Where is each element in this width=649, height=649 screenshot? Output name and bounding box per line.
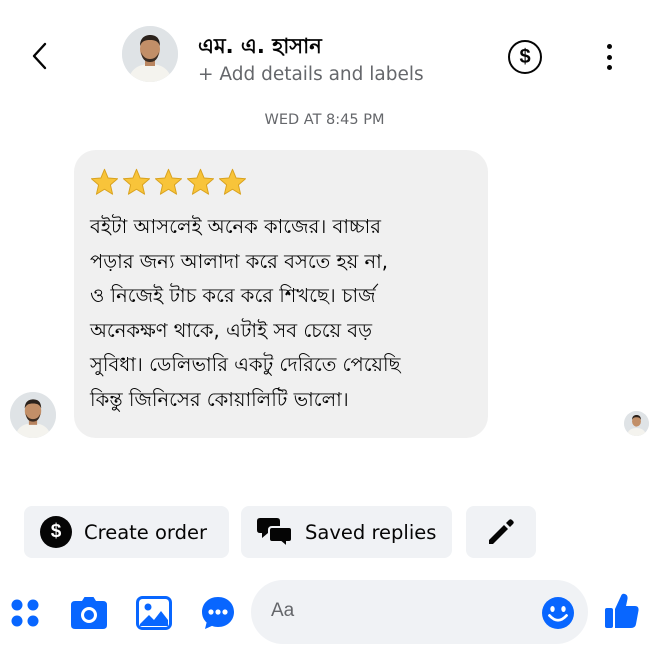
star-icon (122, 168, 151, 195)
camera-button[interactable] (70, 594, 108, 632)
message-line: অনেকক্ষণ থাকে, এটাই সব চেয়ে বড় (90, 318, 373, 342)
message-composer[interactable]: Aa (251, 580, 588, 644)
camera-icon (71, 597, 107, 629)
emoji-icon[interactable] (541, 596, 575, 630)
add-details-link[interactable]: + Add details and labels (198, 64, 424, 85)
message-input[interactable]: Aa (271, 600, 294, 622)
image-icon (136, 596, 172, 630)
star-icon (154, 168, 183, 195)
more-options-button[interactable] (596, 40, 622, 74)
back-button[interactable] (22, 38, 58, 74)
message-bubble[interactable]: বইটা আসলেই অনেক কাজের। বাচ্চার পড়ার জন্… (74, 150, 488, 438)
message-line: কিন্তু জিনিসের কোয়ালিটি ভালো। (90, 387, 349, 411)
chat-bubbles-icon (257, 518, 293, 548)
dollar-icon: $ (519, 45, 531, 68)
create-order-button[interactable]: $ Create order (24, 506, 229, 558)
saved-replies-button[interactable]: Saved replies (241, 506, 452, 558)
create-order-label: Create order (84, 520, 207, 544)
saved-replies-label: Saved replies (305, 520, 437, 544)
message-line: সুবিধা। ডেলিভারি একটু দেরিতে পেয়েছি (90, 353, 401, 376)
apps-button[interactable] (6, 594, 44, 632)
apps-grid-icon (11, 599, 39, 627)
star-rating (90, 168, 472, 196)
message-line: পড়ার জন্য আলাদা করে বসতে হয় না, (90, 249, 388, 273)
dollar-icon: $ (40, 516, 72, 548)
contact-name[interactable]: এম. এ. হাসান (198, 30, 322, 65)
sender-avatar[interactable] (10, 392, 56, 438)
contact-avatar[interactable] (122, 26, 178, 82)
payment-button[interactable]: $ (508, 40, 542, 74)
thumbs-up-icon (605, 593, 639, 628)
star-icon (186, 168, 215, 195)
message-line: বইটা আসলেই অনেক কাজের। বাচ্চার (90, 215, 382, 238)
star-icon (90, 168, 119, 195)
pencil-icon (489, 519, 514, 544)
seen-indicator-avatar (624, 411, 649, 436)
voice-bubble-icon (202, 597, 234, 629)
back-chevron-icon (32, 42, 47, 70)
message-timestamp: WED AT 8:45 PM (264, 112, 385, 128)
star-icon (218, 168, 247, 195)
edit-button[interactable] (466, 506, 536, 558)
like-button[interactable] (602, 590, 642, 632)
message-text: বইটা আসলেই অনেক কাজের। বাচ্চার পড়ার জন্… (90, 210, 472, 417)
message-line: ও নিজেই টাচ করে করে শিখছে। চার্জ (90, 284, 376, 307)
voice-clip-button[interactable] (199, 594, 237, 632)
gallery-button[interactable] (135, 594, 173, 632)
more-vertical-icon (606, 44, 612, 49)
